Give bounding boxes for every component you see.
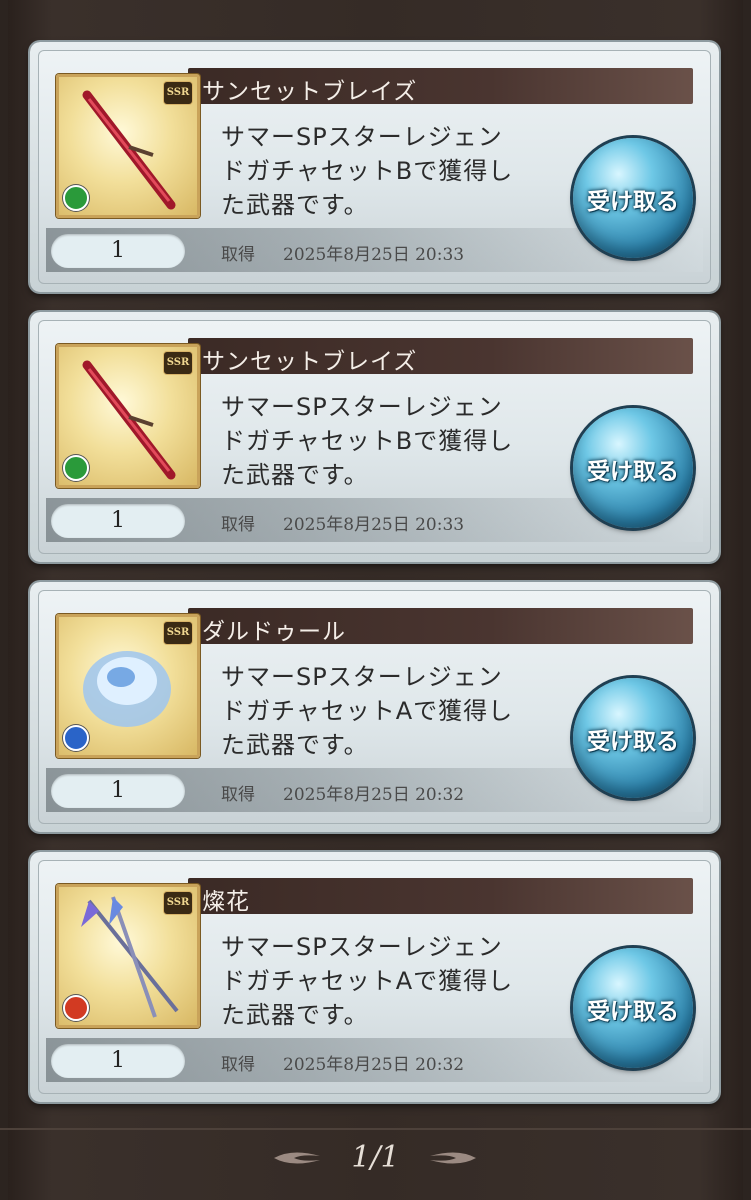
description-line: た武器です。 xyxy=(221,731,369,759)
ssr-badge: SSR xyxy=(163,621,193,645)
receive-button-label: 受け取る xyxy=(587,728,679,754)
water-element-icon xyxy=(63,725,89,751)
gift-card: 燦花 SSR サマーSPスターレジェン ドガチャセットAで獲得し た武器です。 … xyxy=(30,852,719,1102)
description-line: サマーSPスターレジェン xyxy=(221,933,503,961)
description-line: た武器です。 xyxy=(221,191,369,219)
item-name: サンセットブレイズ xyxy=(202,79,418,105)
item-title-bar: サンセットブレイズ xyxy=(188,338,693,375)
receive-button-label: 受け取る xyxy=(587,458,679,484)
gift-card: ダルドゥール SSR サマーSPスターレジェン ドガチャセットAで獲得し た武器… xyxy=(30,582,719,832)
quantity-pill: 1 xyxy=(51,504,185,538)
ssr-badge: SSR xyxy=(163,351,193,375)
description-line: ドガチャセットAで獲得し xyxy=(221,967,514,995)
acquired-label: 取得 xyxy=(221,1055,255,1075)
acquired-date: 2025年8月25日 20:32 xyxy=(283,785,465,805)
item-name: 燦花 xyxy=(202,889,250,915)
description-line: ドガチャセットAで獲得し xyxy=(221,697,514,725)
gift-card-inner: ダルドゥール SSR サマーSPスターレジェン ドガチャセットAで獲得し た武器… xyxy=(38,590,711,824)
description-line: サマーSPスターレジェン xyxy=(221,663,503,691)
page-indicator: 1/1 xyxy=(351,1140,400,1175)
item-description: サマーSPスターレジェン ドガチャセットAで獲得し た武器です。 xyxy=(221,660,581,762)
ssr-badge: SSR xyxy=(163,81,193,105)
pagination: 1/1 xyxy=(0,1138,751,1178)
gift-card-inner: サンセットブレイズ SSR サマーSPスターレジェン ドガチャセットBで獲得し … xyxy=(38,320,711,554)
receive-button[interactable]: 受け取る xyxy=(573,678,693,798)
next-page-icon[interactable] xyxy=(428,1146,478,1170)
acquired-date: 2025年8月25日 20:33 xyxy=(283,515,465,535)
quantity-pill: 1 xyxy=(51,1044,185,1078)
description-line: サマーSPスターレジェン xyxy=(221,393,503,421)
item-description: サマーSPスターレジェン ドガチャセットBで獲得し た武器です。 xyxy=(221,120,581,222)
receive-button-label: 受け取る xyxy=(587,998,679,1024)
item-description: サマーSPスターレジェン ドガチャセットBで獲得し た武器です。 xyxy=(221,390,581,492)
ssr-badge: SSR xyxy=(163,891,193,915)
receive-button-label: 受け取る xyxy=(587,188,679,214)
description-line: ドガチャセットBで獲得し xyxy=(221,157,514,185)
item-name: サンセットブレイズ xyxy=(202,349,418,375)
wind-element-icon xyxy=(63,455,89,481)
weapon-thumbnail: SSR xyxy=(56,344,200,488)
description-line: た武器です。 xyxy=(221,1001,369,1029)
gift-card: サンセットブレイズ SSR サマーSPスターレジェン ドガチャセットBで獲得し … xyxy=(30,42,719,292)
item-title-bar: ダルドゥール xyxy=(188,608,693,645)
receive-button[interactable]: 受け取る xyxy=(573,948,693,1068)
gift-card-inner: サンセットブレイズ SSR サマーSPスターレジェン ドガチャセットBで獲得し … xyxy=(38,50,711,284)
acquired-date: 2025年8月25日 20:33 xyxy=(283,245,465,265)
gift-card-inner: 燦花 SSR サマーSPスターレジェン ドガチャセットAで獲得し た武器です。 … xyxy=(38,860,711,1094)
item-name: ダルドゥール xyxy=(202,619,346,645)
item-title-bar: サンセットブレイズ xyxy=(188,68,693,105)
acquired-label: 取得 xyxy=(221,785,255,805)
weapon-thumbnail: SSR xyxy=(56,614,200,758)
receive-button[interactable]: 受け取る xyxy=(573,408,693,528)
item-title-bar: 燦花 xyxy=(188,878,693,915)
receive-button[interactable]: 受け取る xyxy=(573,138,693,258)
item-description: サマーSPスターレジェン ドガチャセットAで獲得し た武器です。 xyxy=(221,930,581,1032)
weapon-thumbnail: SSR xyxy=(56,884,200,1028)
description-line: ドガチャセットBで獲得し xyxy=(221,427,514,455)
fire-element-icon xyxy=(63,995,89,1021)
divider xyxy=(0,1128,751,1130)
acquired-date: 2025年8月25日 20:32 xyxy=(283,1055,465,1075)
quantity-pill: 1 xyxy=(51,234,185,268)
quantity-pill: 1 xyxy=(51,774,185,808)
description-line: サマーSPスターレジェン xyxy=(221,123,503,151)
acquired-label: 取得 xyxy=(221,245,255,265)
wind-element-icon xyxy=(63,185,89,211)
acquired-label: 取得 xyxy=(221,515,255,535)
weapon-thumbnail: SSR xyxy=(56,74,200,218)
gift-card: サンセットブレイズ SSR サマーSPスターレジェン ドガチャセットBで獲得し … xyxy=(30,312,719,562)
description-line: た武器です。 xyxy=(221,461,369,489)
